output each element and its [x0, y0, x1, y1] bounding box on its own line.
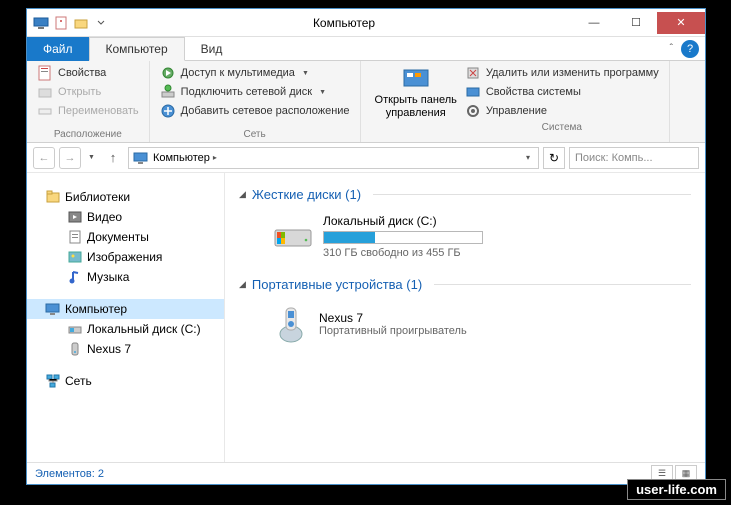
group-hard-drives[interactable]: ◢ Жесткие диски (1) — [239, 183, 691, 206]
uninstall-icon — [465, 65, 481, 81]
collapse-ribbon-icon[interactable]: ˆ — [670, 43, 673, 54]
ribbon-tabs: Файл Компьютер Вид ˆ ? — [27, 37, 705, 61]
open-icon — [37, 84, 53, 100]
controlpanel-icon — [400, 68, 432, 92]
ribbon-group-label: Расположение — [35, 127, 141, 140]
properties-icon — [37, 65, 53, 81]
computer-icon — [133, 151, 149, 165]
pictures-icon — [67, 249, 83, 265]
chevron-down-icon: ▼ — [302, 70, 309, 77]
media-icon — [160, 65, 176, 81]
tree-documents[interactable]: Документы — [27, 227, 224, 247]
device-type: Портативный проигрыватель — [319, 325, 467, 337]
ribbon: Свойства Открыть Переименовать Расположе… — [27, 61, 705, 143]
history-dropdown-icon[interactable]: ▼ — [85, 154, 98, 161]
sysprops-icon — [465, 84, 481, 100]
device-nexus[interactable]: Nexus 7 Портативный проигрыватель — [239, 296, 691, 354]
storage-bar — [323, 231, 483, 244]
chevron-down-icon: ▼ — [319, 89, 326, 96]
search-input[interactable]: Поиск: Компь... — [569, 147, 699, 169]
mapdrive-icon — [160, 84, 176, 100]
main-content: ◢ Жесткие диски (1) Локальный диск (C:) … — [225, 173, 705, 462]
window-buttons: — ☐ ✕ — [573, 12, 705, 34]
collapse-icon: ◢ — [239, 189, 246, 200]
up-button[interactable]: ↑ — [102, 147, 124, 169]
tree-libraries[interactable]: Библиотеки — [27, 187, 224, 207]
navigation-bar: ← → ▼ ↑ Компьютер▸ ▾ ↻ Поиск: Компь... — [27, 143, 705, 173]
explorer-window: Компьютер — ☐ ✕ Файл Компьютер Вид ˆ ? С… — [26, 8, 706, 485]
refresh-button[interactable]: ↻ — [543, 147, 565, 169]
ribbon-properties[interactable]: Свойства — [35, 64, 141, 82]
tree-nexus[interactable]: Nexus 7 — [27, 339, 224, 359]
ribbon-open: Открыть — [35, 83, 141, 101]
titlebar: Компьютер — ☐ ✕ — [27, 9, 705, 37]
ribbon-media-access[interactable]: Доступ к мультимедиа ▼ — [158, 64, 352, 82]
qat-dropdown-icon[interactable] — [93, 15, 109, 31]
rename-icon — [37, 103, 53, 119]
device-info: Nexus 7 Портативный проигрыватель — [319, 311, 467, 337]
help-button[interactable]: ? — [681, 40, 699, 58]
item-count: Элементов: 2 — [35, 468, 104, 480]
tree-localdisk[interactable]: Локальный диск (C:) — [27, 319, 224, 339]
drive-info: Локальный диск (C:) 310 ГБ свободно из 4… — [323, 214, 691, 259]
content-area: Библиотеки Видео Документы Изображения М… — [27, 173, 705, 462]
qat-computer-icon[interactable] — [33, 15, 49, 31]
ribbon-group-system: Открыть панель управления Удалить или из… — [361, 61, 670, 142]
status-bar: Элементов: 2 ☰ ▦ — [27, 462, 705, 484]
tree-computer[interactable]: Компьютер — [27, 299, 224, 319]
address-dropdown-icon[interactable]: ▾ — [522, 153, 534, 162]
ribbon-add-location[interactable]: Добавить сетевое расположение — [158, 102, 352, 120]
ribbon-manage[interactable]: Управление — [463, 102, 661, 120]
tab-file[interactable]: Файл — [27, 37, 89, 61]
video-icon — [67, 209, 83, 225]
tree-music[interactable]: Музыка — [27, 267, 224, 287]
forward-button[interactable]: → — [59, 147, 81, 169]
quick-access-toolbar — [27, 15, 115, 31]
music-icon — [67, 269, 83, 285]
maximize-button[interactable]: ☐ — [615, 12, 657, 34]
navigation-pane: Библиотеки Видео Документы Изображения М… — [27, 173, 225, 462]
window-title: Компьютер — [115, 16, 573, 30]
drive-localdisk[interactable]: Локальный диск (C:) 310 ГБ свободно из 4… — [239, 206, 691, 273]
tab-view[interactable]: Вид — [185, 37, 239, 61]
ribbon-system-props[interactable]: Свойства системы — [463, 83, 661, 101]
collapse-icon: ◢ — [239, 279, 246, 290]
tree-pictures[interactable]: Изображения — [27, 247, 224, 267]
computer-icon — [45, 301, 61, 317]
network-icon — [45, 373, 61, 389]
drive-icon — [67, 321, 83, 337]
device-icon — [67, 341, 83, 357]
player-icon — [273, 304, 309, 344]
harddrive-icon — [273, 214, 313, 250]
tree-network[interactable]: Сеть — [27, 371, 224, 391]
back-button[interactable]: ← — [33, 147, 55, 169]
manage-icon — [465, 103, 481, 119]
address-bar[interactable]: Компьютер▸ ▾ — [128, 147, 539, 169]
libraries-icon — [45, 189, 61, 205]
group-portable-devices[interactable]: ◢ Портативные устройства (1) — [239, 273, 691, 296]
tab-computer[interactable]: Компьютер — [89, 37, 185, 61]
ribbon-control-panel[interactable]: Открыть панель управления — [369, 64, 463, 123]
close-button[interactable]: ✕ — [657, 12, 705, 34]
ribbon-rename: Переименовать — [35, 102, 141, 120]
ribbon-map-drive[interactable]: Подключить сетевой диск ▼ — [158, 83, 352, 101]
tree-videos[interactable]: Видео — [27, 207, 224, 227]
chevron-right-icon[interactable]: ▸ — [213, 153, 217, 162]
ribbon-group-location: Свойства Открыть Переименовать Расположе… — [27, 61, 150, 142]
drive-stats: 310 ГБ свободно из 455 ГБ — [323, 247, 691, 259]
ribbon-group-label: Система — [463, 120, 661, 133]
addlocation-icon — [160, 103, 176, 119]
ribbon-uninstall[interactable]: Удалить или изменить программу — [463, 64, 661, 82]
drive-name: Локальный диск (C:) — [323, 214, 691, 228]
ribbon-group-label: Сеть — [158, 127, 352, 140]
breadcrumb-computer[interactable]: Компьютер▸ — [153, 152, 217, 164]
device-name: Nexus 7 — [319, 311, 467, 325]
ribbon-group-network: Доступ к мультимедиа ▼ Подключить сетево… — [150, 61, 361, 142]
qat-props-icon[interactable] — [53, 15, 69, 31]
minimize-button[interactable]: — — [573, 12, 615, 34]
documents-icon — [67, 229, 83, 245]
qat-newfolder-icon[interactable] — [73, 15, 89, 31]
watermark: user-life.com — [627, 479, 726, 500]
